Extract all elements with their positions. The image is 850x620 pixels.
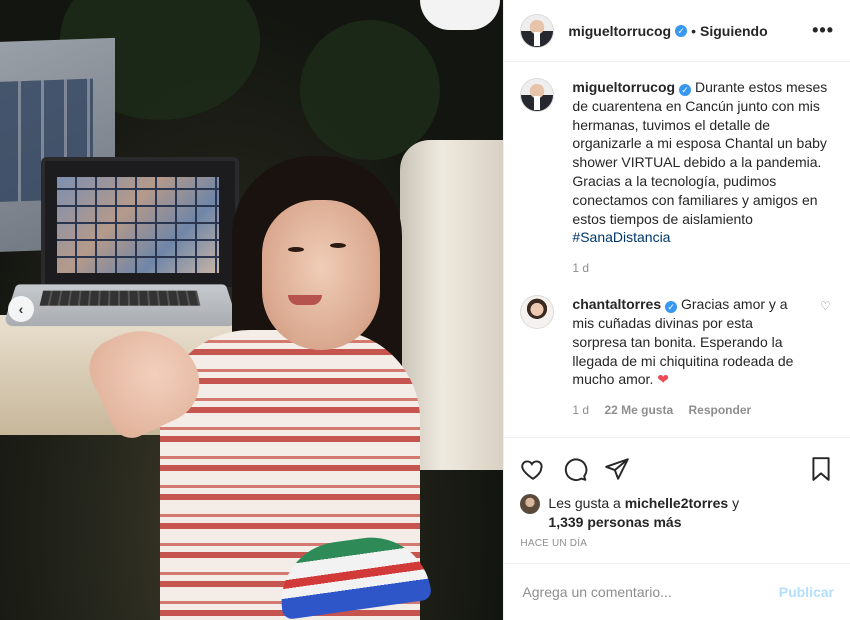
publish-button[interactable]: Publicar [779, 584, 834, 600]
avatar[interactable] [520, 295, 555, 330]
likes-summary: Les gusta a michelle2torres y 1,339 pers… [504, 494, 850, 532]
smile [288, 295, 322, 305]
comment-username[interactable]: chantaltorres [572, 296, 661, 312]
reply-button[interactable]: Responder [688, 403, 751, 417]
background-foliage [300, 20, 440, 160]
comments-list[interactable]: migueltorrucog ✓ Durante estos meses de c… [504, 62, 850, 437]
likes-others-link[interactable]: 1,339 personas más [548, 514, 681, 530]
verified-badge-icon: ✓ [665, 301, 678, 314]
like-comment-heart-icon[interactable]: ♡ [820, 295, 834, 417]
likes-prefix: Les gusta a [548, 495, 625, 511]
caption-meta: 1 d [572, 261, 834, 275]
add-comment-bar: Publicar [504, 563, 850, 620]
avatar[interactable] [520, 78, 555, 112]
action-bar [504, 437, 850, 494]
woman-face [262, 200, 380, 350]
caption: migueltorrucog ✓ Durante estos meses de c… [520, 78, 834, 275]
save-bookmark-icon[interactable] [808, 456, 834, 485]
eye [330, 243, 346, 248]
comment-time[interactable]: 1 d [572, 403, 589, 417]
avatar[interactable] [520, 13, 555, 48]
post-photo[interactable]: ‹ [0, 0, 504, 620]
post-timestamp[interactable]: HACE UN DÍA [504, 532, 850, 549]
comment-meta: 1 d 22 Me gusta Responder [572, 403, 802, 417]
laptop-screen [41, 157, 239, 291]
caption-username[interactable]: migueltorrucog [572, 79, 675, 95]
eye [288, 247, 304, 252]
more-options-icon[interactable]: ••• [812, 20, 834, 41]
likes-middle: y [728, 495, 740, 511]
post-side-panel: migueltorrucog ✓ • Siguiendo ••• miguelt… [503, 0, 850, 620]
like-heart-icon[interactable] [520, 456, 546, 485]
comment-input[interactable] [520, 583, 779, 601]
white-flower [420, 0, 500, 30]
previous-photo-button[interactable]: ‹ [8, 296, 34, 322]
following-button[interactable]: Siguiendo [700, 23, 768, 39]
chevron-left-icon: ‹ [18, 301, 24, 317]
heart-emoji-icon: ❤ [657, 371, 669, 388]
liker-username[interactable]: michelle2torres [625, 495, 729, 511]
laptop-keyboard [2, 284, 240, 327]
share-paper-plane-icon[interactable] [604, 456, 630, 485]
comment-likes[interactable]: 22 Me gusta [604, 403, 673, 417]
avatar[interactable] [520, 494, 541, 514]
post-header: migueltorrucog ✓ • Siguiendo ••• [504, 0, 850, 62]
hashtag-link[interactable]: #SanaDistancia [572, 229, 670, 245]
caption-time[interactable]: 1 d [572, 261, 589, 275]
caption-text: Durante estos meses de cuarentena en Can… [572, 79, 828, 227]
comment-bubble-icon[interactable] [562, 456, 588, 485]
verified-badge-icon: ✓ [675, 24, 688, 37]
verified-badge-icon: ✓ [679, 84, 692, 96]
comment-item: chantaltorres ✓ Gracias amor y a mis cuña… [520, 295, 834, 417]
separator: • [691, 22, 696, 39]
username-link[interactable]: migueltorrucog [568, 23, 671, 39]
